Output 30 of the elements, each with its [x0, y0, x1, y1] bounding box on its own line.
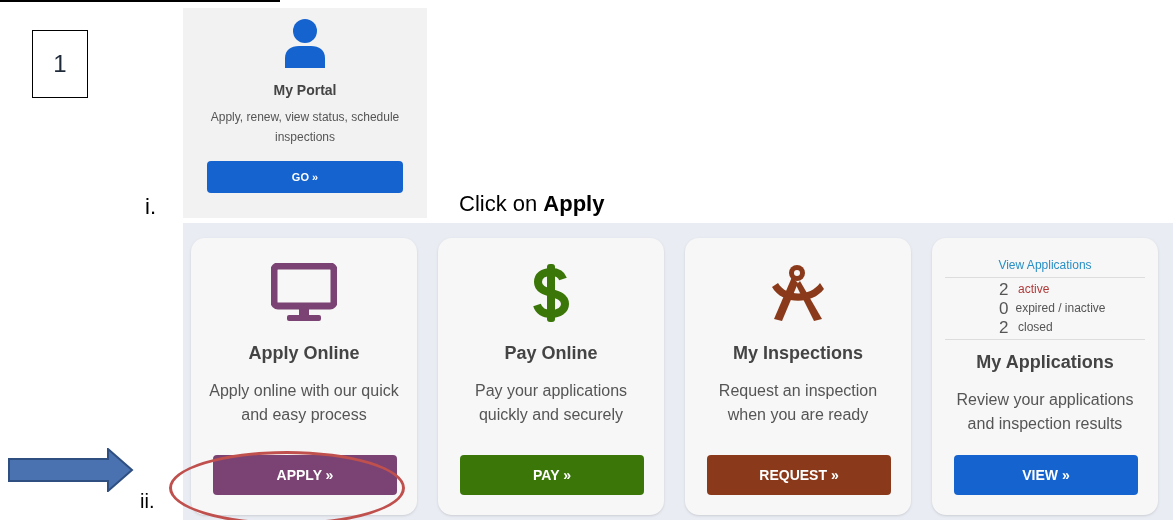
dollar-icon — [531, 263, 571, 323]
stat-count: 2 — [999, 318, 1010, 337]
action-button[interactable]: VIEW » — [954, 455, 1138, 495]
step-number: 1 — [32, 30, 88, 98]
stat-label: expired / inactive — [1015, 300, 1106, 317]
card-description: Pay your applications quickly and securely — [473, 381, 629, 425]
view-applications-link[interactable]: View Applications — [998, 256, 1092, 277]
stat-count: 0 — [999, 299, 1009, 318]
card-description: Apply online with our quick and easy process — [209, 381, 399, 425]
step-marker: i. — [145, 193, 156, 221]
instruction-text: Click on Apply — [459, 190, 605, 218]
action-button[interactable]: PAY » — [460, 455, 644, 495]
card-description: Request an inspection when you are ready — [717, 381, 879, 425]
card-title: My Applications — [976, 351, 1114, 374]
stat-label: closed — [1018, 319, 1053, 336]
person-icon — [283, 18, 327, 68]
portal-description: Apply, renew, view status, schedule inspections — [209, 109, 401, 146]
go-button[interactable]: GO » — [207, 161, 403, 193]
step-marker: ii. — [140, 489, 155, 514]
card-title: Pay Online — [504, 342, 598, 365]
action-button[interactable]: REQUEST » — [707, 455, 891, 495]
stat-count: 2 — [999, 280, 1010, 299]
portal-title: My Portal — [273, 81, 337, 100]
action-button[interactable]: APPLY » — [213, 455, 397, 495]
arrow-icon — [8, 448, 134, 492]
card-description: Review your applications and inspection results — [955, 390, 1135, 434]
monitor-icon — [271, 263, 337, 323]
card-title: Apply Online — [248, 342, 360, 365]
stat-label: active — [1018, 281, 1050, 298]
card-title: My Inspections — [733, 342, 863, 365]
